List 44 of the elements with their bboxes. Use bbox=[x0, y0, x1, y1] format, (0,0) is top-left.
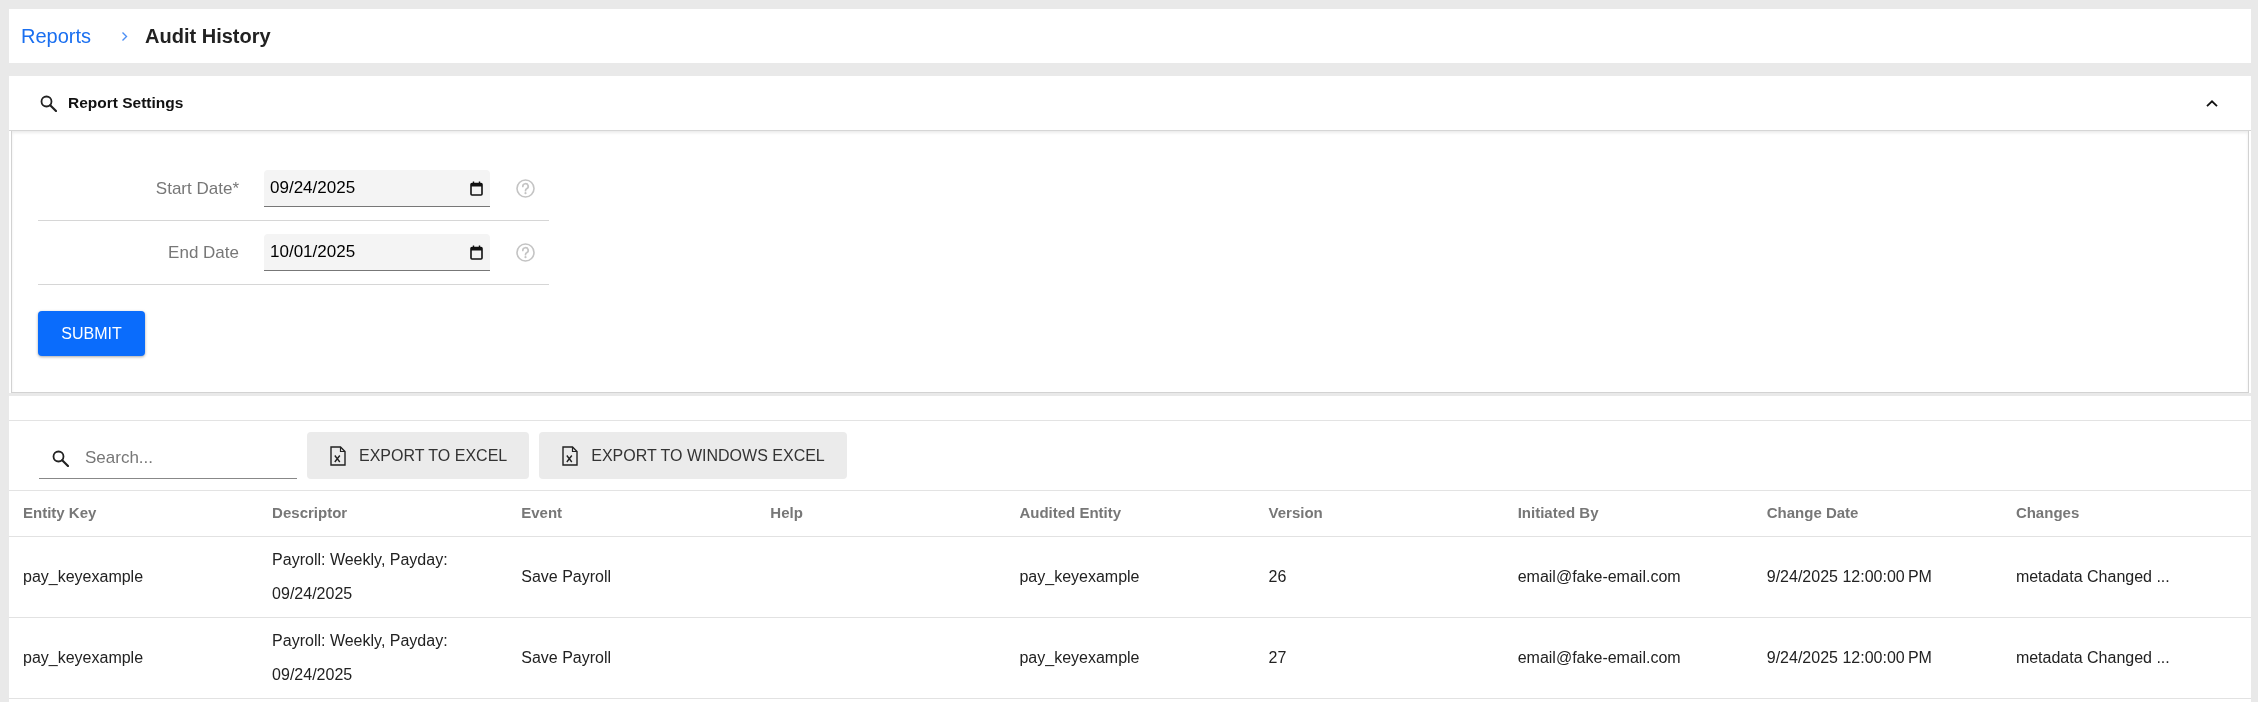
search-field[interactable]: Search... bbox=[39, 438, 297, 479]
table-cell-text: Payroll: Weekly, Payday: 09/24/2025 bbox=[272, 549, 449, 604]
search-icon bbox=[40, 94, 57, 112]
table-cell-text: 9/24/2025 12:00:00 PM bbox=[1766, 647, 1932, 668]
table-cell-text: 26 bbox=[1268, 566, 1287, 587]
field-label: Start Date* bbox=[154, 177, 239, 200]
search-icon bbox=[52, 449, 69, 467]
table-cell-text: email@fake-email.com bbox=[1517, 566, 1681, 587]
column-header[interactable]: Entity Key bbox=[9, 491, 259, 536]
section-title: Report Settings bbox=[68, 93, 184, 114]
export-button[interactable]: EXPORT TO WINDOWS EXCEL bbox=[539, 432, 847, 479]
field-label: End Date bbox=[167, 241, 239, 264]
export-button[interactable]: EXPORT TO EXCEL bbox=[307, 432, 530, 479]
table-cell-text: metadata Changed ... bbox=[2015, 566, 2170, 587]
table-cell-text: 9/24/2025 12:00:00 PM bbox=[1766, 566, 1932, 587]
column-header[interactable]: Event bbox=[507, 491, 757, 536]
table-cell-text: pay_keyexample bbox=[23, 566, 144, 587]
table-cell-text: 27 bbox=[1268, 647, 1287, 668]
column-header[interactable]: Initiated By bbox=[1503, 491, 1753, 536]
calendar-icon[interactable] bbox=[470, 245, 483, 260]
table-cell-text: pay_keyexample bbox=[1019, 647, 1140, 668]
chevron-up-icon[interactable] bbox=[2206, 99, 2218, 107]
file-icon bbox=[330, 445, 346, 466]
column-header[interactable]: Help bbox=[756, 491, 1006, 536]
table-cell-text: Save Payroll bbox=[521, 647, 612, 668]
table-cell-text: pay_keyexample bbox=[23, 647, 144, 668]
table-cell-text: pay_keyexample bbox=[1019, 566, 1140, 587]
chevron-right-icon bbox=[121, 30, 129, 42]
date-field[interactable]: 09/24/2025 bbox=[264, 170, 490, 207]
calendar-icon[interactable] bbox=[470, 181, 483, 196]
breadcrumb-link[interactable]: Reports bbox=[21, 21, 92, 51]
column-header[interactable]: Changes bbox=[2001, 491, 2251, 536]
column-header[interactable]: Audited Entity bbox=[1005, 491, 1255, 536]
column-header[interactable]: Descriptor bbox=[258, 491, 508, 536]
column-header[interactable]: Change Date bbox=[1752, 491, 2002, 536]
table-cell-text: email@fake-email.com bbox=[1517, 647, 1681, 668]
date-field[interactable]: 10/01/2025 bbox=[264, 234, 490, 271]
column-header[interactable]: Version bbox=[1254, 491, 1504, 536]
table-cell-text: Payroll: Weekly, Payday: 09/24/2025 bbox=[272, 630, 449, 685]
table-cell-text: Save Payroll bbox=[521, 566, 612, 587]
submit-button[interactable]: SUBMIT bbox=[38, 311, 145, 356]
file-icon bbox=[562, 445, 579, 466]
table-cell-text: metadata Changed ... bbox=[2015, 647, 2170, 668]
page-title: Audit History bbox=[145, 24, 271, 49]
